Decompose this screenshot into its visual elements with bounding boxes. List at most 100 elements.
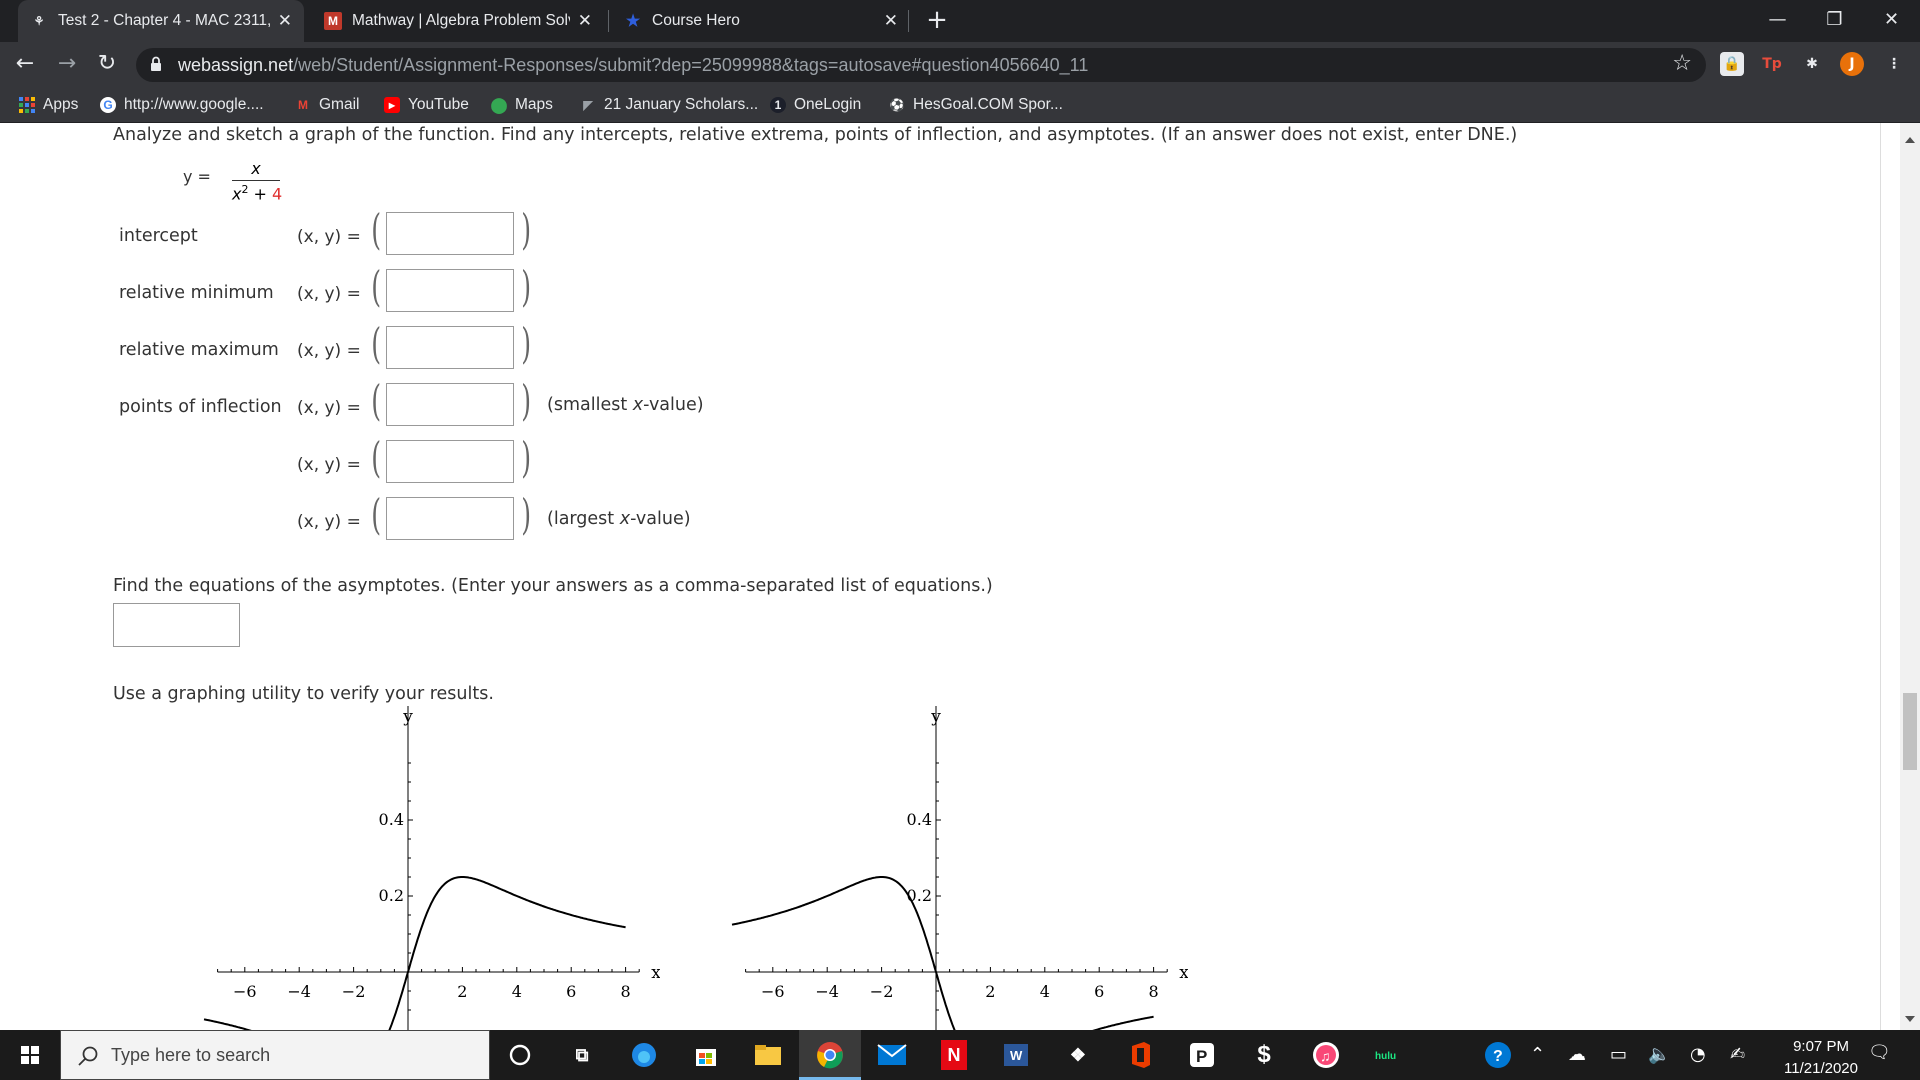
bookmark-scholars[interactable]: ◤ 21 January Scholars... xyxy=(580,87,758,123)
screen: ⚘ Test 2 - Chapter 4 - MAC 2311, su ✕ M … xyxy=(0,0,1920,1080)
open-paren: ( xyxy=(371,205,382,254)
x-tick-label: −4 xyxy=(815,982,839,1001)
extension-tp-icon[interactable]: Tp xyxy=(1760,52,1784,76)
note-pre: (largest xyxy=(547,509,620,529)
bookmark-google[interactable]: G http://www.google.... xyxy=(100,87,264,123)
row-label-intercept: intercept xyxy=(119,226,198,246)
bookmark-apps[interactable]: Apps xyxy=(19,87,78,123)
maps-pin-icon: ⬤ xyxy=(490,97,508,114)
battery-icon[interactable]: ▭ xyxy=(1610,1044,1627,1065)
asymptotes-input[interactable] xyxy=(113,603,240,647)
help-icon[interactable]: ? xyxy=(1481,1038,1515,1072)
edge-icon[interactable] xyxy=(627,1038,661,1072)
bookmark-gmail[interactable]: M Gmail xyxy=(295,87,359,123)
onedrive-cloud-icon[interactable]: ☁ xyxy=(1568,1044,1586,1065)
dropbox-icon[interactable]: ❖ xyxy=(1061,1038,1095,1072)
intercept-input[interactable] xyxy=(386,212,514,255)
row-label-relative-minimum: relative minimum xyxy=(119,283,274,303)
y-tick-label: 0.4 xyxy=(907,810,932,829)
mail-icon[interactable] xyxy=(875,1038,909,1072)
function-fraction: x x2 + 4 xyxy=(232,159,282,204)
graph-option-1[interactable]: −6 −4 −2 2 4 6 8 0.2 0.4 x y xyxy=(190,706,661,1030)
y-tick-label: 0.2 xyxy=(379,886,404,905)
pen-workspace-icon[interactable]: ✍ xyxy=(1730,1044,1745,1065)
clock-date: 11/21/2020 xyxy=(1784,1060,1858,1077)
bookmark-label: HesGoal.COM Spor... xyxy=(913,96,1063,113)
bookmark-hesgoal[interactable]: ⚽ HesGoal.COM Spor... xyxy=(889,87,1063,123)
inflection-point-2-input[interactable] xyxy=(386,440,514,483)
bookmark-onelogin[interactable]: 1 OneLogin xyxy=(770,87,861,123)
y-axis-label: y xyxy=(930,707,941,727)
task-view-icon[interactable]: ⧉ xyxy=(565,1038,599,1072)
word-icon[interactable]: W xyxy=(999,1038,1033,1072)
cashapp-icon[interactable]: $ xyxy=(1247,1038,1281,1072)
profile-avatar[interactable]: J xyxy=(1840,52,1864,76)
tab-course-hero[interactable]: ★ Course Hero ✕ xyxy=(612,0,910,42)
back-button[interactable]: ← xyxy=(10,50,40,80)
function-curve xyxy=(203,876,626,1030)
extensions-puzzle-icon[interactable]: ✱ xyxy=(1800,52,1824,76)
file-explorer-icon[interactable] xyxy=(751,1038,785,1072)
itunes-icon[interactable]: ♫ xyxy=(1309,1038,1343,1072)
chrome-icon[interactable] xyxy=(813,1038,847,1072)
netflix-icon[interactable]: N xyxy=(941,1040,967,1070)
inflection-point-3-input[interactable] xyxy=(386,497,514,540)
close-tab-icon[interactable]: ✕ xyxy=(578,11,592,31)
graph-option-2[interactable]: −6 −4 −2 2 4 6 8 0.2 0.4 x y xyxy=(718,706,1189,1030)
hulu-icon[interactable]: hulu xyxy=(1371,1038,1405,1072)
taskbar-search-box[interactable]: Type here to search xyxy=(60,1030,490,1080)
office-icon[interactable] xyxy=(1123,1038,1157,1072)
x-tick-label: 6 xyxy=(566,982,576,1001)
onelogin-icon: 1 xyxy=(770,97,786,113)
minimize-button[interactable]: — xyxy=(1749,0,1806,42)
menu-kebab-icon[interactable]: ⋮ xyxy=(1882,52,1906,76)
bookmark-youtube[interactable]: ▶ YouTube xyxy=(384,87,469,123)
y-axis-label: y xyxy=(402,707,413,727)
bookmark-star-icon[interactable]: ☆ xyxy=(1672,51,1692,76)
notifications-icon[interactable]: 🗨 xyxy=(1868,1042,1891,1063)
relative-maximum-input[interactable] xyxy=(386,326,514,369)
forward-button[interactable]: → xyxy=(52,50,82,80)
restore-button[interactable]: ❐ xyxy=(1806,0,1863,42)
row-label-relative-maximum: relative maximum xyxy=(119,340,279,360)
extension-lock-icon[interactable]: 🔒 xyxy=(1720,52,1744,76)
show-hidden-icons-chevron[interactable]: ⌃ xyxy=(1530,1044,1545,1065)
inflection-point-1-input[interactable] xyxy=(386,383,514,426)
url-text[interactable]: webassign.net/web/Student/Assignment-Res… xyxy=(178,55,1088,76)
start-button[interactable] xyxy=(0,1030,60,1080)
new-tab-button[interactable]: + xyxy=(922,6,952,36)
store-icon[interactable] xyxy=(689,1038,723,1072)
tab-webassign[interactable]: ⚘ Test 2 - Chapter 4 - MAC 2311, su ✕ xyxy=(18,0,304,42)
scroll-up-arrow-icon[interactable] xyxy=(1905,137,1915,143)
open-paren: ( xyxy=(371,433,382,482)
bookmark-label: YouTube xyxy=(408,96,469,113)
question-instructions: Analyze and sketch a graph of the functi… xyxy=(113,125,1518,145)
volume-icon[interactable]: 🔈 xyxy=(1648,1044,1670,1065)
scroll-down-arrow-icon[interactable] xyxy=(1905,1016,1915,1022)
tab-mathway[interactable]: M Mathway | Algebra Problem Solv ✕ xyxy=(312,0,604,42)
scrollbar-thumb[interactable] xyxy=(1903,693,1917,770)
x-tick-label: −4 xyxy=(287,982,311,1001)
close-paren: ) xyxy=(521,433,532,482)
pandora-icon[interactable]: P xyxy=(1185,1038,1219,1072)
cortana-icon[interactable] xyxy=(503,1038,537,1072)
bookmark-maps[interactable]: ⬤ Maps xyxy=(491,87,553,123)
tab-title: Mathway | Algebra Problem Solv xyxy=(352,12,570,29)
close-tab-icon[interactable]: ✕ xyxy=(278,11,292,31)
close-window-button[interactable]: ✕ xyxy=(1863,0,1920,42)
x-tick-label: 8 xyxy=(1149,982,1159,1001)
bookmark-label: Gmail xyxy=(319,96,360,113)
address-bar[interactable]: webassign.net/web/Student/Assignment-Res… xyxy=(136,48,1706,82)
note-var: x xyxy=(619,509,631,529)
page-scrollbar[interactable] xyxy=(1900,123,1920,1030)
wifi-icon[interactable]: ◔ xyxy=(1690,1044,1706,1065)
close-tab-icon[interactable]: ✕ xyxy=(884,11,898,31)
smallest-x-note: (smallest x-value) xyxy=(547,395,704,415)
den-plus: + xyxy=(248,184,273,204)
bookmark-label: 21 January Scholars... xyxy=(604,96,759,113)
x-tick-label: −6 xyxy=(233,982,257,1001)
svg-text:hulu: hulu xyxy=(1375,1051,1396,1062)
taskbar-clock[interactable]: 9:07 PM 11/21/2020 xyxy=(1784,1036,1858,1080)
reload-button[interactable]: ↻ xyxy=(92,50,122,80)
relative-minimum-input[interactable] xyxy=(386,269,514,312)
